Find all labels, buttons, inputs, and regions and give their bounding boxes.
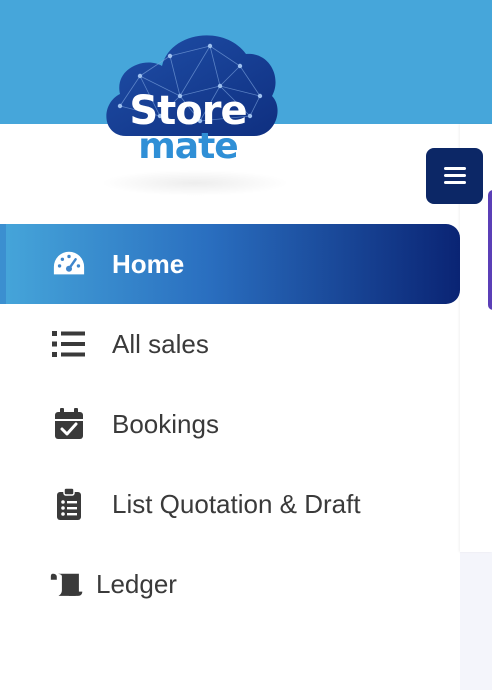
sidebar-item-label: List Quotation & Draft	[112, 488, 361, 519]
sidebar-item-label: All sales	[112, 328, 209, 359]
calendar-check-icon	[52, 408, 86, 440]
sidebar-item-bookings[interactable]: Bookings	[0, 384, 460, 464]
menu-toggle-button[interactable]	[426, 148, 483, 204]
content-card-edge	[488, 190, 492, 310]
sidebar-item-label: Ledger	[96, 568, 177, 599]
sidebar-item-home[interactable]: Home	[0, 224, 460, 304]
list-icon	[52, 328, 86, 360]
sidebar-nav: Home All sales Bookings List Quotation &…	[0, 224, 460, 624]
dashboard-gauge-icon	[52, 248, 86, 280]
logo-shadow	[100, 170, 290, 196]
sidebar-item-ledger[interactable]: Ledger	[0, 544, 460, 624]
hamburger-icon	[443, 167, 466, 185]
clipboard-list-icon	[52, 488, 86, 520]
scroll-icon	[50, 568, 84, 600]
sidebar-item-label: Home	[112, 248, 185, 279]
sidebar-item-quotation-draft[interactable]: List Quotation & Draft	[0, 464, 460, 544]
storemate-logo[interactable]: Store mate	[100, 26, 280, 171]
sidebar-item-label: Bookings	[112, 408, 219, 439]
logo-word-mate: mate	[138, 126, 238, 167]
sidebar-item-all-sales[interactable]: All sales	[0, 304, 460, 384]
